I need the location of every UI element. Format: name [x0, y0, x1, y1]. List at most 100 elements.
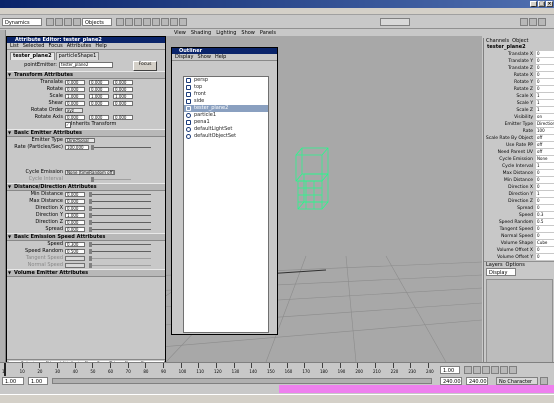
ae-menu-item[interactable]: Focus — [48, 43, 62, 49]
outliner-item-particle1[interactable]: particle1 — [184, 112, 268, 119]
rotate-z-field[interactable]: 0.000 — [113, 87, 133, 92]
channel-row[interactable]: Volume Offset Y0 — [484, 254, 554, 261]
channel-value[interactable]: off — [536, 142, 554, 148]
speed-slider[interactable] — [89, 242, 151, 247]
outliner-item-top[interactable]: top — [184, 84, 268, 91]
viewport-menu-shading[interactable]: Shading — [191, 30, 211, 36]
spread-slider[interactable] — [89, 227, 151, 232]
channel-value[interactable]: off — [536, 149, 554, 155]
cycle-interval-slider[interactable] — [91, 177, 131, 182]
channel-value[interactable]: 1 — [536, 191, 554, 197]
scale-x-field[interactable]: 1.000 — [65, 94, 85, 99]
channel-value[interactable]: on — [536, 114, 554, 120]
step-forward-icon[interactable] — [500, 366, 508, 374]
tangent-speed-field[interactable] — [65, 256, 85, 261]
speed-field[interactable]: 0.300 — [65, 242, 85, 247]
emitter-object[interactable] — [295, 147, 329, 210]
channel-value[interactable]: 0 — [536, 226, 554, 232]
toggle-attribute-editor-icon[interactable] — [520, 18, 528, 26]
channel-value[interactable]: 0 — [536, 177, 554, 183]
channel-value[interactable]: 0.3 — [536, 212, 554, 218]
channel-value[interactable]: 100 — [536, 128, 554, 134]
max-distance-field[interactable]: 0.000 — [65, 199, 85, 204]
rotate-axis-z-field[interactable]: 0.000 — [113, 115, 133, 120]
emitter-type-dropdown[interactable]: Directional — [65, 138, 95, 143]
save-scene-icon[interactable] — [64, 18, 72, 26]
channel-row[interactable]: Cycle EmissionNone (tim — [484, 156, 554, 163]
normal-speed-field[interactable] — [65, 263, 85, 268]
ipr-render-icon[interactable] — [170, 18, 178, 26]
channel-value[interactable]: 1 — [536, 100, 554, 106]
rotate-axis-y-field[interactable]: 0.000 — [89, 115, 109, 120]
outliner-item-front[interactable]: front — [184, 91, 268, 98]
ae-menu-item[interactable]: Attributes — [67, 43, 92, 49]
normal-speed-slider[interactable] — [89, 263, 151, 268]
scale-z-field[interactable]: 1.000 — [113, 94, 133, 99]
direction-z-field[interactable]: 0.000 — [65, 220, 85, 225]
channel-value[interactable]: 0 — [536, 86, 554, 92]
direction-x-slider[interactable] — [89, 206, 151, 211]
minimize-icon[interactable]: _ — [530, 1, 537, 7]
hierarchy-mode-icon[interactable] — [73, 18, 81, 26]
rotate-order-dropdown[interactable]: xyz — [65, 108, 83, 113]
rate-field[interactable]: 100.000 — [65, 145, 89, 150]
direction-z-slider[interactable] — [89, 220, 151, 225]
channel-row[interactable]: Min Distance 0 — [484, 177, 554, 184]
rotate-x-field[interactable]: 0.000 — [65, 87, 85, 92]
outliner-item-side[interactable]: side — [184, 98, 268, 105]
open-scene-icon[interactable] — [55, 18, 63, 26]
channel-value[interactable]: 1 — [536, 93, 554, 99]
shear-z-field[interactable]: 0.000 — [113, 101, 133, 106]
outliner-item-pena1[interactable]: pena1 — [184, 119, 268, 126]
min-distance-field[interactable]: 0.000 — [65, 192, 85, 197]
viewport-menu-lighting[interactable]: Lighting — [216, 30, 236, 36]
channel-value[interactable]: 0 — [536, 247, 554, 253]
channel-row[interactable]: Cycle Interval 1 — [484, 163, 554, 170]
channel-value[interactable]: off — [536, 135, 554, 141]
playback-start-field[interactable]: 1.00 — [28, 377, 48, 385]
channel-row[interactable]: Rate 100 — [484, 128, 554, 135]
channel-row[interactable]: Translate Z0 — [484, 65, 554, 72]
channel-row[interactable]: Direction Y1 — [484, 191, 554, 198]
channel-value[interactable]: 0 — [536, 65, 554, 71]
shear-y-field[interactable]: 0.000 — [89, 101, 109, 106]
speed-random-slider[interactable] — [89, 249, 151, 254]
ae-menu-item[interactable]: List — [10, 43, 19, 49]
viewport-menu-panels[interactable]: Panels — [260, 30, 276, 36]
channel-row[interactable]: Translate X0 — [484, 51, 554, 58]
outliner-menu-show[interactable]: Show — [197, 54, 211, 60]
rotate-y-field[interactable]: 0.000 — [89, 87, 109, 92]
viewport-menu-show[interactable]: Show — [241, 30, 255, 36]
render-icon[interactable] — [161, 18, 169, 26]
scale-y-field[interactable]: 1.000 — [89, 94, 109, 99]
history-icon[interactable] — [152, 18, 160, 26]
channel-row[interactable]: Rotate Y0 — [484, 79, 554, 86]
start-time-field[interactable]: 1.00 — [2, 377, 24, 385]
rate-slider[interactable] — [91, 145, 151, 150]
channel-row[interactable]: Direction X0 — [484, 184, 554, 191]
channel-row[interactable]: Tangent Speed 0 — [484, 226, 554, 233]
outliner-item-default-object-set[interactable]: defaultObjectSet — [184, 133, 268, 140]
ae-menu-item[interactable]: Help — [95, 43, 106, 49]
shear-x-field[interactable]: 0.000 — [65, 101, 85, 106]
channel-value[interactable]: 0 — [536, 205, 554, 211]
snap-curve-icon[interactable] — [125, 18, 133, 26]
go-to-end-icon[interactable] — [509, 366, 517, 374]
transform-attributes-section[interactable]: Transform Attributes — [7, 71, 165, 79]
playback-end-field[interactable]: 240.00 — [440, 377, 462, 385]
min-distance-slider[interactable] — [89, 192, 151, 197]
channel-row[interactable]: Scale X1 — [484, 93, 554, 100]
channel-row[interactable]: Direction Z0 — [484, 198, 554, 205]
viewport-menu-view[interactable]: View — [174, 30, 186, 36]
current-frame-field[interactable]: 1.00 — [440, 366, 460, 374]
new-scene-icon[interactable] — [46, 18, 54, 26]
channel-row[interactable]: Normal Speed 0 — [484, 233, 554, 240]
channel-value[interactable]: 1 — [536, 107, 554, 113]
channel-value[interactable]: 0 — [536, 170, 554, 176]
channel-row[interactable]: Use Rate PP off — [484, 142, 554, 149]
channel-row[interactable]: Spread 0 — [484, 205, 554, 212]
channel-row[interactable]: Speed 0.3 — [484, 212, 554, 219]
channel-value[interactable]: 0 — [536, 51, 554, 57]
volume-emitter-section[interactable]: Volume Emitter Attributes — [7, 269, 165, 277]
focus-button[interactable]: Focus — [133, 61, 157, 71]
